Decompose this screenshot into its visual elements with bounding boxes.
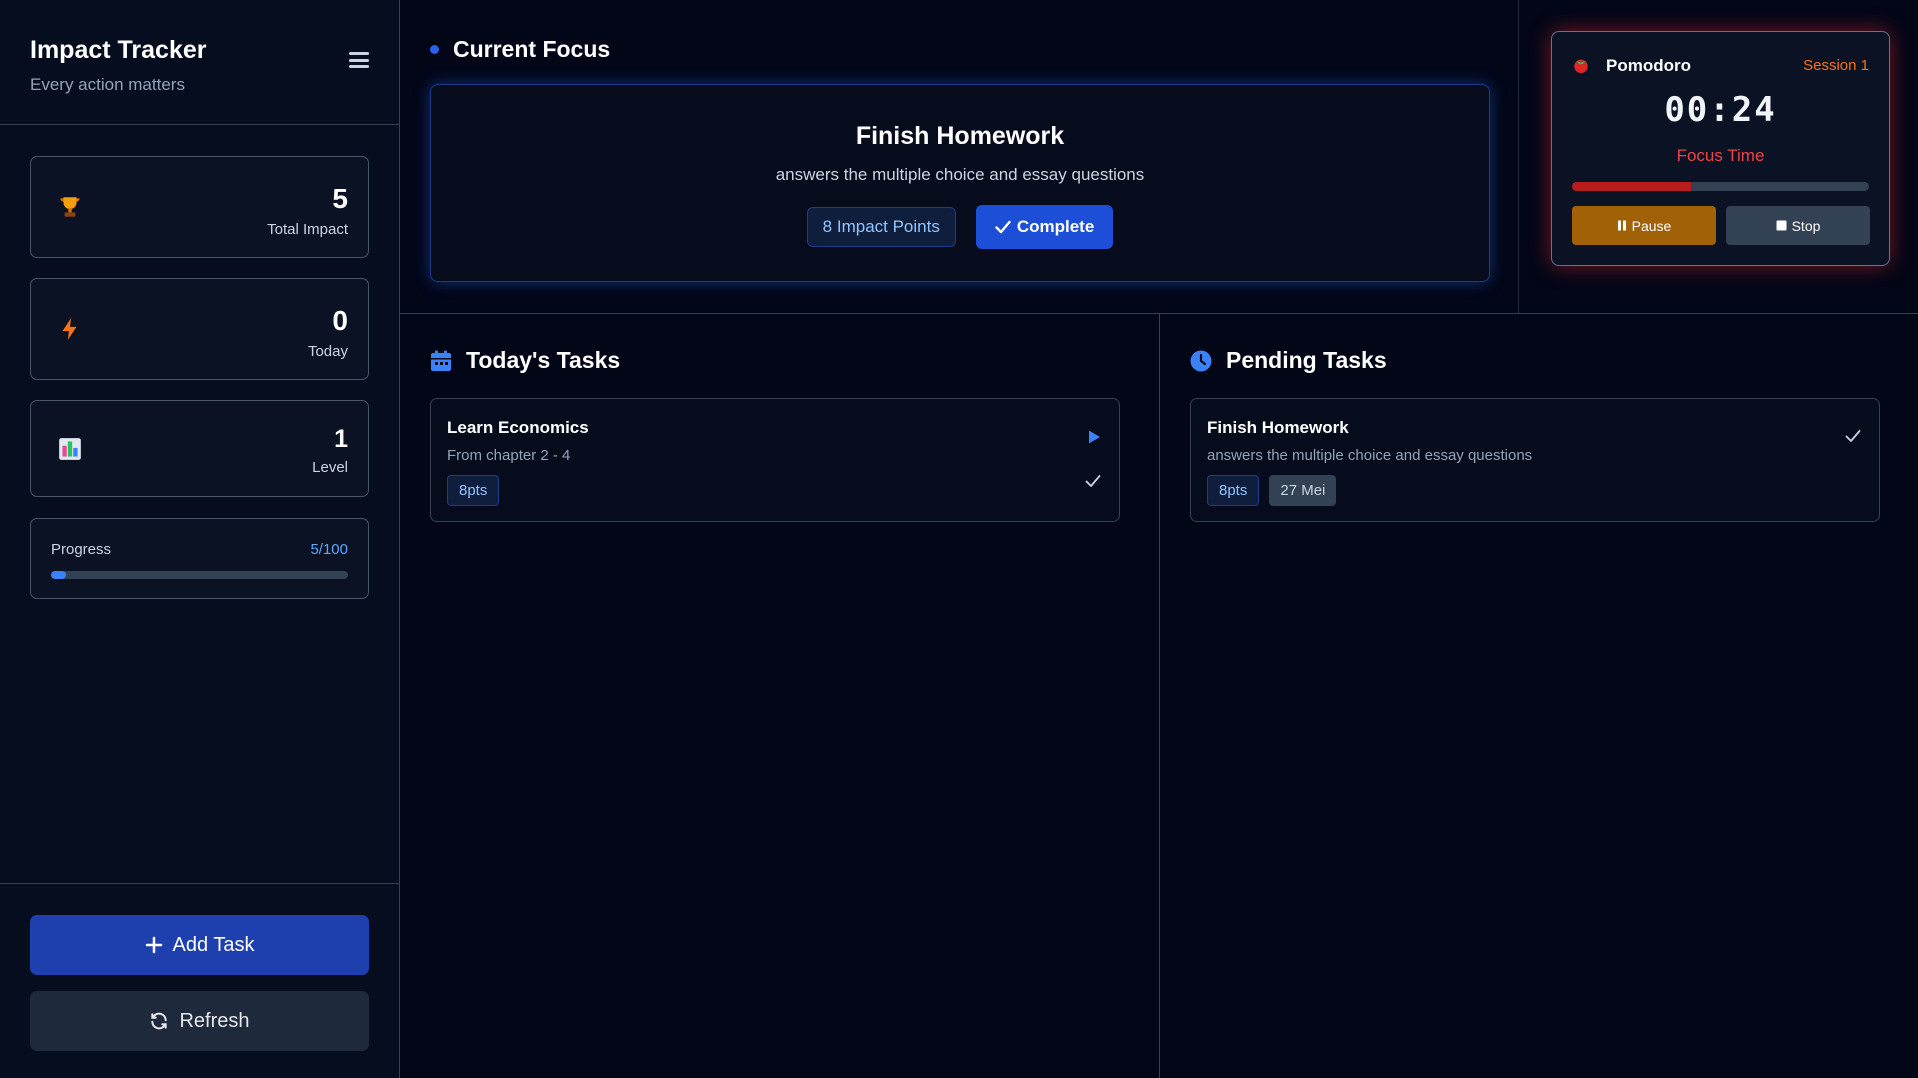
trophy-icon bbox=[60, 197, 80, 217]
progress-bar bbox=[51, 571, 348, 579]
check-icon bbox=[995, 220, 1011, 234]
current-focus-card: Finish Homework answers the multiple cho… bbox=[430, 84, 1490, 282]
play-icon[interactable] bbox=[1087, 429, 1101, 445]
task-card[interactable]: Finish Homework answers the multiple cho… bbox=[1190, 398, 1880, 522]
pending-tasks-header: Pending Tasks bbox=[1190, 347, 1387, 374]
stat-card-total-impact: 5 Total Impact bbox=[30, 156, 369, 258]
pause-icon bbox=[1617, 220, 1626, 231]
progress-card: Progress 5/100 bbox=[30, 518, 369, 599]
sidebar: Impact Tracker Every action matters 5 To… bbox=[0, 0, 400, 1078]
refresh-icon bbox=[151, 1012, 168, 1030]
current-focus-header: Current Focus bbox=[430, 36, 610, 63]
lightning-icon bbox=[62, 318, 77, 340]
stat-card-level: 1 Level bbox=[30, 400, 369, 497]
total-impact-label: Total Impact bbox=[267, 221, 348, 238]
tomato-icon bbox=[1574, 59, 1588, 74]
impact-points-badge: 8 Impact Points bbox=[806, 207, 956, 247]
current-focus-section: Current Focus Finish Homework answers th… bbox=[400, 0, 1519, 313]
task-date-badge: 27 Mei bbox=[1269, 475, 1337, 506]
stat-card-today: 0 Today bbox=[30, 278, 369, 380]
pomodoro-widget: Pomodoro Session 1 00:24 Focus Time Paus… bbox=[1551, 31, 1890, 266]
sidebar-footer: Add Task Refresh bbox=[0, 883, 400, 1078]
refresh-button[interactable]: Refresh bbox=[30, 991, 369, 1051]
focus-task-description: answers the multiple choice and essay qu… bbox=[775, 165, 1145, 184]
hamburger-menu-icon[interactable] bbox=[349, 52, 369, 68]
task-tags: 8pts bbox=[447, 475, 500, 506]
complete-label: Complete bbox=[1016, 217, 1095, 236]
task-description: answers the multiple choice and essay qu… bbox=[1207, 447, 1533, 464]
app-subtitle: Every action matters bbox=[30, 75, 185, 94]
pause-label: Pause bbox=[1631, 217, 1672, 234]
todays-tasks-title: Today's Tasks bbox=[466, 347, 621, 373]
plus-icon bbox=[145, 936, 162, 954]
pomodoro-progress-fill bbox=[1572, 182, 1691, 191]
focus-actions: 8 Impact Points Complete bbox=[431, 205, 1489, 249]
refresh-label: Refresh bbox=[179, 1009, 250, 1032]
pomodoro-timer: 00:24 bbox=[1664, 90, 1777, 130]
focus-dot-icon bbox=[430, 45, 439, 54]
pause-button[interactable]: Pause bbox=[1572, 206, 1716, 245]
add-task-button[interactable]: Add Task bbox=[30, 915, 369, 975]
stop-label: Stop bbox=[1791, 217, 1821, 234]
today-label: Today bbox=[307, 343, 348, 360]
task-points-badge: 8pts bbox=[1207, 475, 1260, 506]
stop-icon bbox=[1776, 220, 1787, 231]
calendar-icon bbox=[431, 350, 451, 371]
task-tags: 8pts 27 Mei bbox=[1207, 475, 1337, 506]
progress-value: 5/100 bbox=[310, 541, 348, 558]
level-label: Level bbox=[312, 459, 348, 476]
check-icon[interactable] bbox=[1085, 474, 1101, 488]
pomodoro-session: Session 1 bbox=[1803, 57, 1869, 74]
progress-label: Progress bbox=[51, 541, 112, 558]
complete-button[interactable]: Complete bbox=[975, 205, 1114, 249]
clock-icon bbox=[1190, 350, 1212, 371]
pomodoro-title: Pomodoro bbox=[1606, 56, 1691, 75]
sidebar-header: Impact Tracker Every action matters bbox=[0, 0, 399, 125]
app-title: Impact Tracker bbox=[30, 36, 207, 64]
pomodoro-mode: Focus Time bbox=[1676, 146, 1765, 165]
stop-button[interactable]: Stop bbox=[1726, 206, 1870, 245]
total-impact-value: 5 bbox=[332, 183, 348, 214]
task-card[interactable]: Learn Economics From chapter 2 - 4 8pts bbox=[430, 398, 1120, 522]
vertical-divider bbox=[1159, 313, 1160, 1078]
task-description: From chapter 2 - 4 bbox=[447, 447, 571, 464]
current-focus-title: Current Focus bbox=[453, 36, 611, 62]
task-title: Learn Economics bbox=[447, 418, 589, 437]
todays-tasks-header: Today's Tasks bbox=[430, 347, 620, 374]
check-icon[interactable] bbox=[1845, 429, 1861, 443]
pending-tasks-title: Pending Tasks bbox=[1226, 347, 1387, 373]
today-value: 0 bbox=[332, 305, 348, 336]
task-title: Finish Homework bbox=[1207, 418, 1349, 437]
pomodoro-progress-bar bbox=[1572, 182, 1869, 191]
add-task-label: Add Task bbox=[172, 933, 255, 956]
bar-chart-icon bbox=[59, 437, 81, 460]
level-value: 1 bbox=[334, 425, 348, 453]
progress-bar-fill bbox=[51, 571, 66, 579]
task-points-badge: 8pts bbox=[447, 475, 500, 506]
focus-task-title: Finish Homework bbox=[855, 122, 1065, 150]
